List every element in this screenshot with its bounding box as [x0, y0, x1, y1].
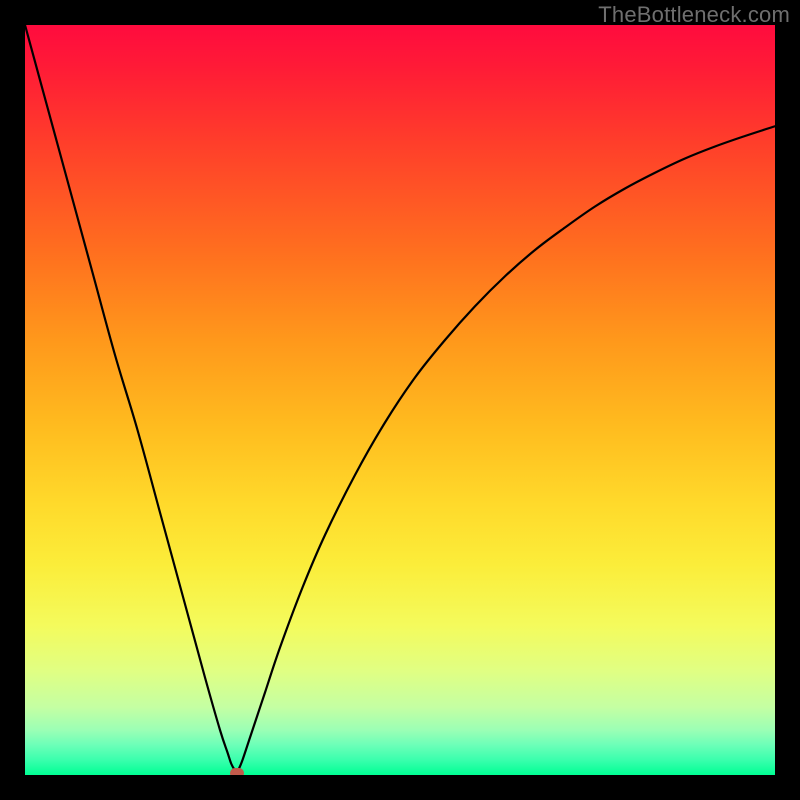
curve-path	[25, 25, 775, 773]
plot-area	[25, 25, 775, 775]
curve-svg	[25, 25, 775, 775]
watermark-text: TheBottleneck.com	[598, 2, 790, 28]
chart-frame: TheBottleneck.com	[0, 0, 800, 800]
min-marker	[230, 768, 244, 775]
